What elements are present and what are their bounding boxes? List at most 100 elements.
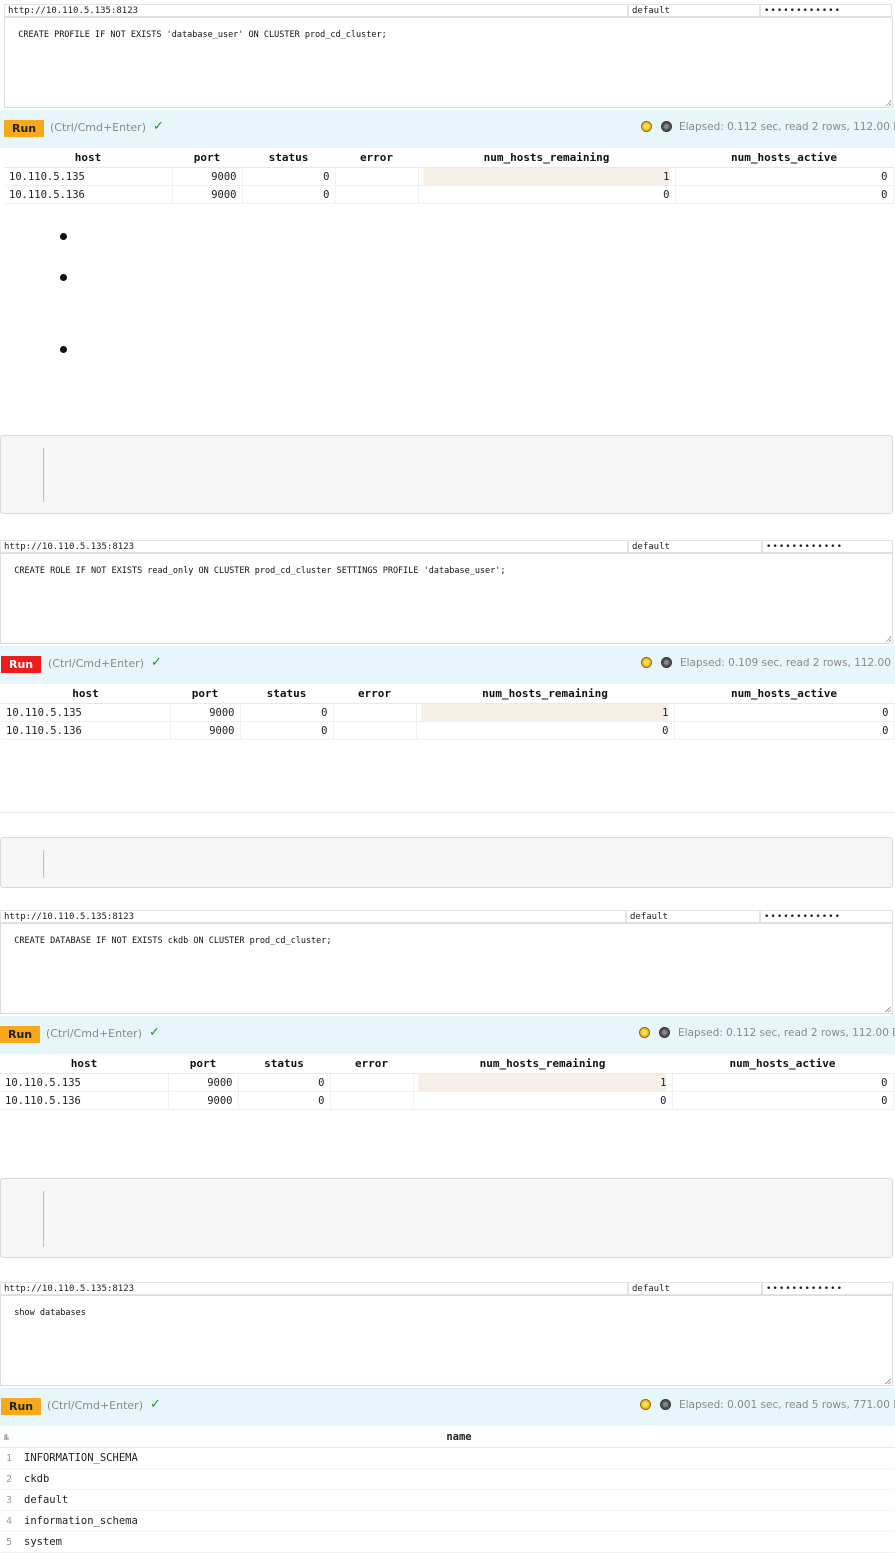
table-cell: 9000: [170, 721, 241, 740]
sun-icon[interactable]: [641, 657, 652, 668]
table-cell: 0: [413, 1091, 673, 1110]
moon-icon[interactable]: [659, 1027, 670, 1038]
password-input[interactable]: ••••••••••••: [762, 1282, 893, 1295]
user-input[interactable]: default: [628, 540, 762, 553]
table-cell: 0: [674, 721, 895, 740]
column-header[interactable]: host: [4, 148, 172, 168]
url-input[interactable]: http://10.110.5.135:8123: [0, 1282, 628, 1295]
table-cell: system: [23, 1531, 895, 1553]
password-input[interactable]: ••••••••••••: [760, 910, 893, 923]
header-row: host port status error num_hosts_remaini…: [4, 148, 893, 168]
column-header[interactable]: error: [335, 148, 418, 168]
table-cell: 0: [675, 167, 894, 186]
row-number: 5: [0, 1531, 23, 1553]
table-cell: 0: [242, 185, 336, 204]
column-header[interactable]: port: [172, 148, 242, 168]
table-cell: 10.110.5.135: [4, 167, 173, 186]
moon-icon[interactable]: [660, 1399, 671, 1410]
sun-icon[interactable]: [641, 121, 652, 132]
column-header[interactable]: num_hosts_remaining: [416, 684, 674, 704]
run-toolbar: Run (Ctrl/Cmd+Enter) ✓ Elapsed: 0.109 se…: [0, 646, 895, 684]
run-button[interactable]: Run: [4, 120, 45, 137]
empty-code-cell[interactable]: [0, 837, 893, 888]
resize-grip-icon[interactable]: [885, 636, 891, 642]
sun-icon[interactable]: [640, 1399, 651, 1410]
row-number: 2: [0, 1468, 23, 1490]
result-table: host port status error num_hosts_remaini…: [1, 684, 895, 740]
user-input[interactable]: default: [628, 1282, 762, 1295]
column-header[interactable]: host: [0, 1054, 168, 1074]
column-header[interactable]: num_hosts_remaining: [413, 1054, 672, 1074]
column-header[interactable]: num_hosts_active: [672, 1054, 893, 1074]
table-cell: [330, 1073, 414, 1092]
table-row: 5 system: [0, 1531, 895, 1553]
row-number: 3: [0, 1489, 23, 1511]
table-cell: [333, 703, 417, 722]
run-button[interactable]: Run: [0, 1026, 41, 1043]
run-button[interactable]: Run: [1, 656, 42, 673]
table-cell: [333, 721, 417, 740]
table-cell: 0: [672, 1073, 894, 1092]
password-input[interactable]: ••••••••••••: [760, 4, 892, 17]
column-header[interactable]: error: [333, 684, 416, 704]
empty-code-cell[interactable]: [0, 1178, 893, 1258]
table-cell: default: [23, 1489, 895, 1511]
table-cell: 0: [242, 167, 336, 186]
sql-editor[interactable]: show databases: [0, 1295, 893, 1386]
sql-editor[interactable]: CREATE ROLE IF NOT EXISTS read_only ON C…: [0, 553, 893, 644]
result-table: host port status error num_hosts_remaini…: [4, 148, 894, 204]
column-header[interactable]: num_hosts_active: [674, 684, 894, 704]
table-cell: 0: [240, 703, 334, 722]
sql-editor[interactable]: CREATE DATABASE IF NOT EXISTS ckdb ON CL…: [0, 923, 893, 1014]
run-toolbar: Run (Ctrl/Cmd+Enter) ✓ Elapsed: 0.112 se…: [0, 1016, 895, 1054]
column-header[interactable]: port: [170, 684, 240, 704]
connection-bar: http://10.110.5.135:8123 default •••••••…: [0, 4, 895, 17]
table-cell: 9000: [170, 703, 241, 722]
divider: [0, 812, 895, 813]
column-header[interactable]: status: [242, 148, 335, 168]
sql-text: CREATE ROLE IF NOT EXISTS read_only ON C…: [14, 566, 506, 576]
table-cell: 9000: [172, 185, 243, 204]
column-header[interactable]: num_hosts_remaining: [418, 148, 675, 168]
table-row: 1 INFORMATION_SCHEMA: [0, 1447, 895, 1469]
url-input[interactable]: http://10.110.5.135:8123: [0, 910, 626, 923]
url-input[interactable]: http://10.110.5.135:8123: [4, 4, 628, 17]
resize-grip-icon[interactable]: [885, 1006, 891, 1012]
empty-code-cell[interactable]: [0, 435, 893, 514]
connection-bar: http://10.110.5.135:8123 default •••••••…: [0, 1282, 895, 1295]
bullet-point: [60, 346, 67, 353]
text-cursor: [43, 448, 44, 502]
resize-grip-icon[interactable]: [885, 100, 891, 106]
connection-bar: http://10.110.5.135:8123 default •••••••…: [0, 910, 895, 923]
url-input[interactable]: http://10.110.5.135:8123: [0, 540, 628, 553]
password-input[interactable]: ••••••••••••: [762, 540, 893, 553]
check-icon: ✓: [151, 655, 162, 670]
shortcut-hint: (Ctrl/Cmd+Enter): [50, 121, 146, 134]
user-input[interactable]: default: [628, 4, 760, 17]
run-button[interactable]: Run: [1, 1398, 42, 1415]
column-header[interactable]: status: [240, 684, 333, 704]
text-cursor: [43, 850, 44, 878]
column-header[interactable]: error: [330, 1054, 413, 1074]
table-row: 4 information_schema: [0, 1510, 895, 1532]
table-row: 10.110.5.135 9000 0 1 0: [0, 1073, 894, 1092]
elapsed-status: Elapsed: 0.112 sec, read 2 rows, 112.00 …: [678, 1027, 895, 1039]
moon-icon[interactable]: [661, 121, 672, 132]
column-header[interactable]: num_hosts_active: [675, 148, 893, 168]
connection-bar: http://10.110.5.135:8123 default •••••••…: [0, 540, 895, 553]
sun-icon[interactable]: [639, 1027, 650, 1038]
table-cell: [330, 1091, 414, 1110]
column-header[interactable]: port: [168, 1054, 238, 1074]
moon-icon[interactable]: [661, 657, 672, 668]
table-cell: 9000: [172, 167, 243, 186]
table-cell: 10.110.5.135: [0, 1073, 169, 1092]
column-header[interactable]: host: [1, 684, 170, 704]
resize-grip-icon[interactable]: [885, 1378, 891, 1384]
table-cell: 0: [238, 1073, 331, 1092]
result-table: host port status error num_hosts_remaini…: [0, 1054, 894, 1110]
user-input[interactable]: default: [626, 910, 760, 923]
column-header[interactable]: name: [23, 1427, 895, 1448]
column-header[interactable]: status: [238, 1054, 330, 1074]
table-row: 10.110.5.135 9000 0 1 0: [4, 167, 894, 186]
sql-editor[interactable]: CREATE PROFILE IF NOT EXISTS 'database_u…: [4, 17, 893, 108]
